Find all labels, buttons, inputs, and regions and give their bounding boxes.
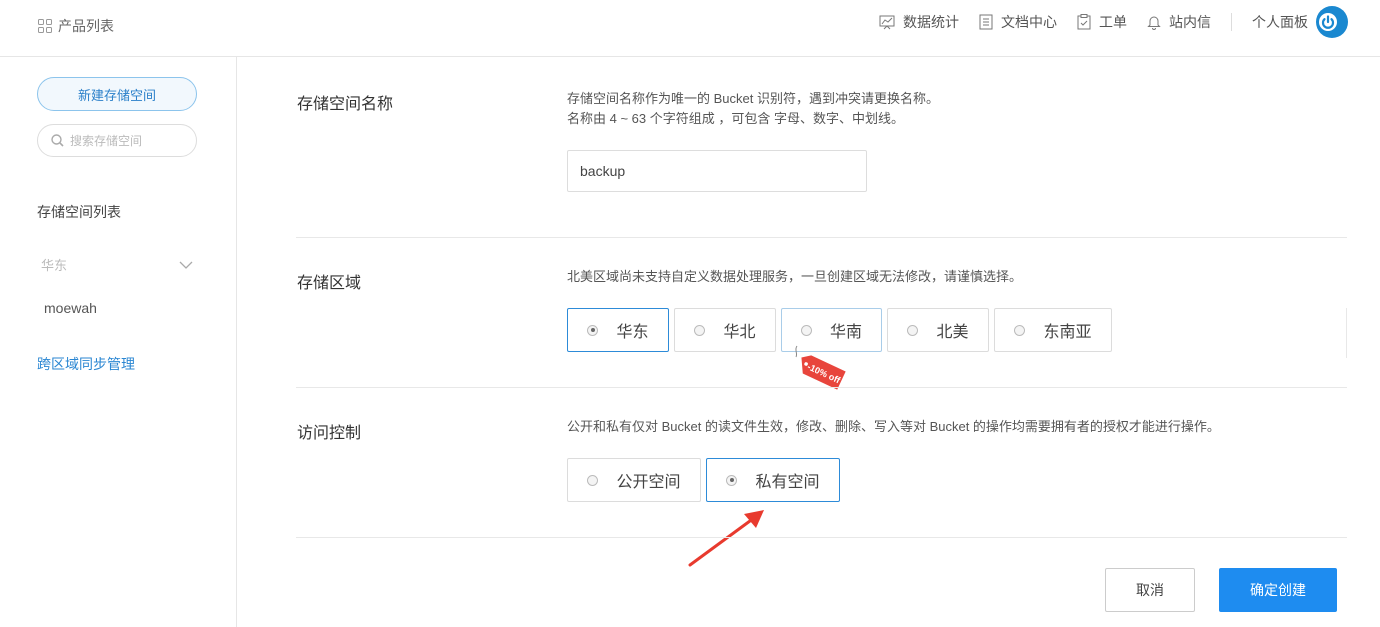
access-desc: 公开和私有仅对 Bucket 的读文件生效，修改、删除、写入等对 Bucket …	[567, 419, 1220, 434]
chevron-down-icon	[179, 261, 193, 269]
search-box	[37, 124, 197, 157]
region-desc: 北美区域尚未支持自定义数据处理服务，一旦创建区域无法修改，请谨慎选择。	[567, 269, 1023, 284]
grid-icon	[38, 19, 52, 33]
radio-icon	[694, 324, 706, 336]
divider	[296, 387, 1347, 388]
access-label: 访问控制	[297, 425, 362, 442]
confirm-create-button[interactable]: 确定创建	[1219, 568, 1337, 612]
access-option-private[interactable]: 私有空间	[706, 458, 840, 502]
nav-tickets[interactable]: 工单	[1077, 12, 1127, 32]
bucket-list-title: 存储空间列表	[37, 204, 121, 220]
search-icon	[51, 134, 64, 147]
radio-icon	[587, 474, 599, 486]
discount-tag-icon: -10% off	[795, 345, 846, 390]
nav-stats-label: 数据统计	[903, 14, 959, 30]
cross-region-sync-link[interactable]: 跨区域同步管理	[37, 354, 135, 374]
region-option-label: 东南亚	[1043, 324, 1092, 341]
sidebar: 新建存储空间 存储空间列表 华东 moewah 跨区域同步管理	[0, 57, 237, 627]
nav-separator	[1231, 13, 1232, 31]
search-input[interactable]	[70, 133, 180, 148]
avatar[interactable]	[1316, 6, 1348, 38]
document-icon	[979, 14, 993, 30]
access-option-public[interactable]: 公开空间	[567, 458, 701, 502]
nav-stats[interactable]: 数据统计	[879, 12, 959, 32]
nav-profile-label: 个人面板	[1252, 14, 1308, 30]
region-option-huabei[interactable]: 华北	[674, 308, 776, 352]
region-option-label: 华东	[616, 324, 649, 341]
product-list-label: 产品列表	[58, 18, 114, 34]
nav-tickets-label: 工单	[1099, 14, 1127, 30]
radio-icon	[1014, 324, 1026, 336]
radio-icon	[587, 324, 599, 336]
region-option-beimei[interactable]: 北美	[887, 308, 989, 352]
region-dropdown[interactable]: 华东	[41, 255, 193, 274]
nav-docs-label: 文档中心	[1001, 14, 1057, 30]
divider	[1346, 308, 1347, 358]
bucket-name-label: 存储空间名称	[297, 96, 394, 113]
region-label: 存储区域	[297, 275, 362, 292]
top-bar: 产品列表 数据统计 文档中心 工单 站内信 个人面板	[0, 0, 1380, 57]
bucket-name-desc-line1: 存储空间名称作为唯一的 Bucket 识别符，遇到冲突请更换名称。	[567, 91, 939, 106]
region-option-label: 华北	[723, 324, 756, 341]
clipboard-check-icon	[1077, 14, 1091, 30]
radio-icon	[726, 474, 738, 486]
nav-messages-label: 站内信	[1169, 14, 1211, 30]
radio-icon	[800, 324, 812, 336]
region-option-label: 北美	[936, 324, 969, 341]
access-option-label: 私有空间	[755, 474, 820, 491]
region-option-huadong[interactable]: 华东	[567, 308, 669, 352]
nav-messages[interactable]: 站内信	[1147, 12, 1211, 32]
access-option-label: 公开空间	[616, 474, 681, 491]
region-option-label: 华南	[829, 324, 862, 341]
region-option-dongnanya[interactable]: 东南亚	[994, 308, 1112, 352]
bucket-name-desc-line2: 名称由 4 ~ 63 个字符组成 ，可包含 字母、数字、中划线。	[567, 111, 904, 126]
top-nav: 数据统计 文档中心 工单 站内信 个人面板	[859, 6, 1348, 38]
radio-icon	[907, 324, 919, 336]
bucket-list-item[interactable]: moewah	[44, 300, 97, 316]
arrow-annotation-icon	[688, 510, 764, 567]
cancel-button[interactable]: 取消	[1105, 568, 1195, 612]
divider	[296, 537, 1347, 538]
product-list-menu[interactable]: 产品列表	[38, 16, 114, 36]
bucket-name-desc: 存储空间名称作为唯一的 Bucket 识别符，遇到冲突请更换名称。 名称由 4 …	[567, 89, 939, 129]
chart-icon	[879, 15, 895, 30]
nav-profile[interactable]: 个人面板	[1252, 6, 1348, 38]
region-dropdown-value: 华东	[41, 258, 68, 273]
bucket-name-input[interactable]	[567, 150, 867, 192]
power-icon	[1319, 13, 1337, 31]
nav-docs[interactable]: 文档中心	[979, 12, 1057, 32]
new-bucket-button[interactable]: 新建存储空间	[37, 77, 197, 111]
bell-icon	[1147, 16, 1161, 30]
divider	[296, 237, 1347, 238]
